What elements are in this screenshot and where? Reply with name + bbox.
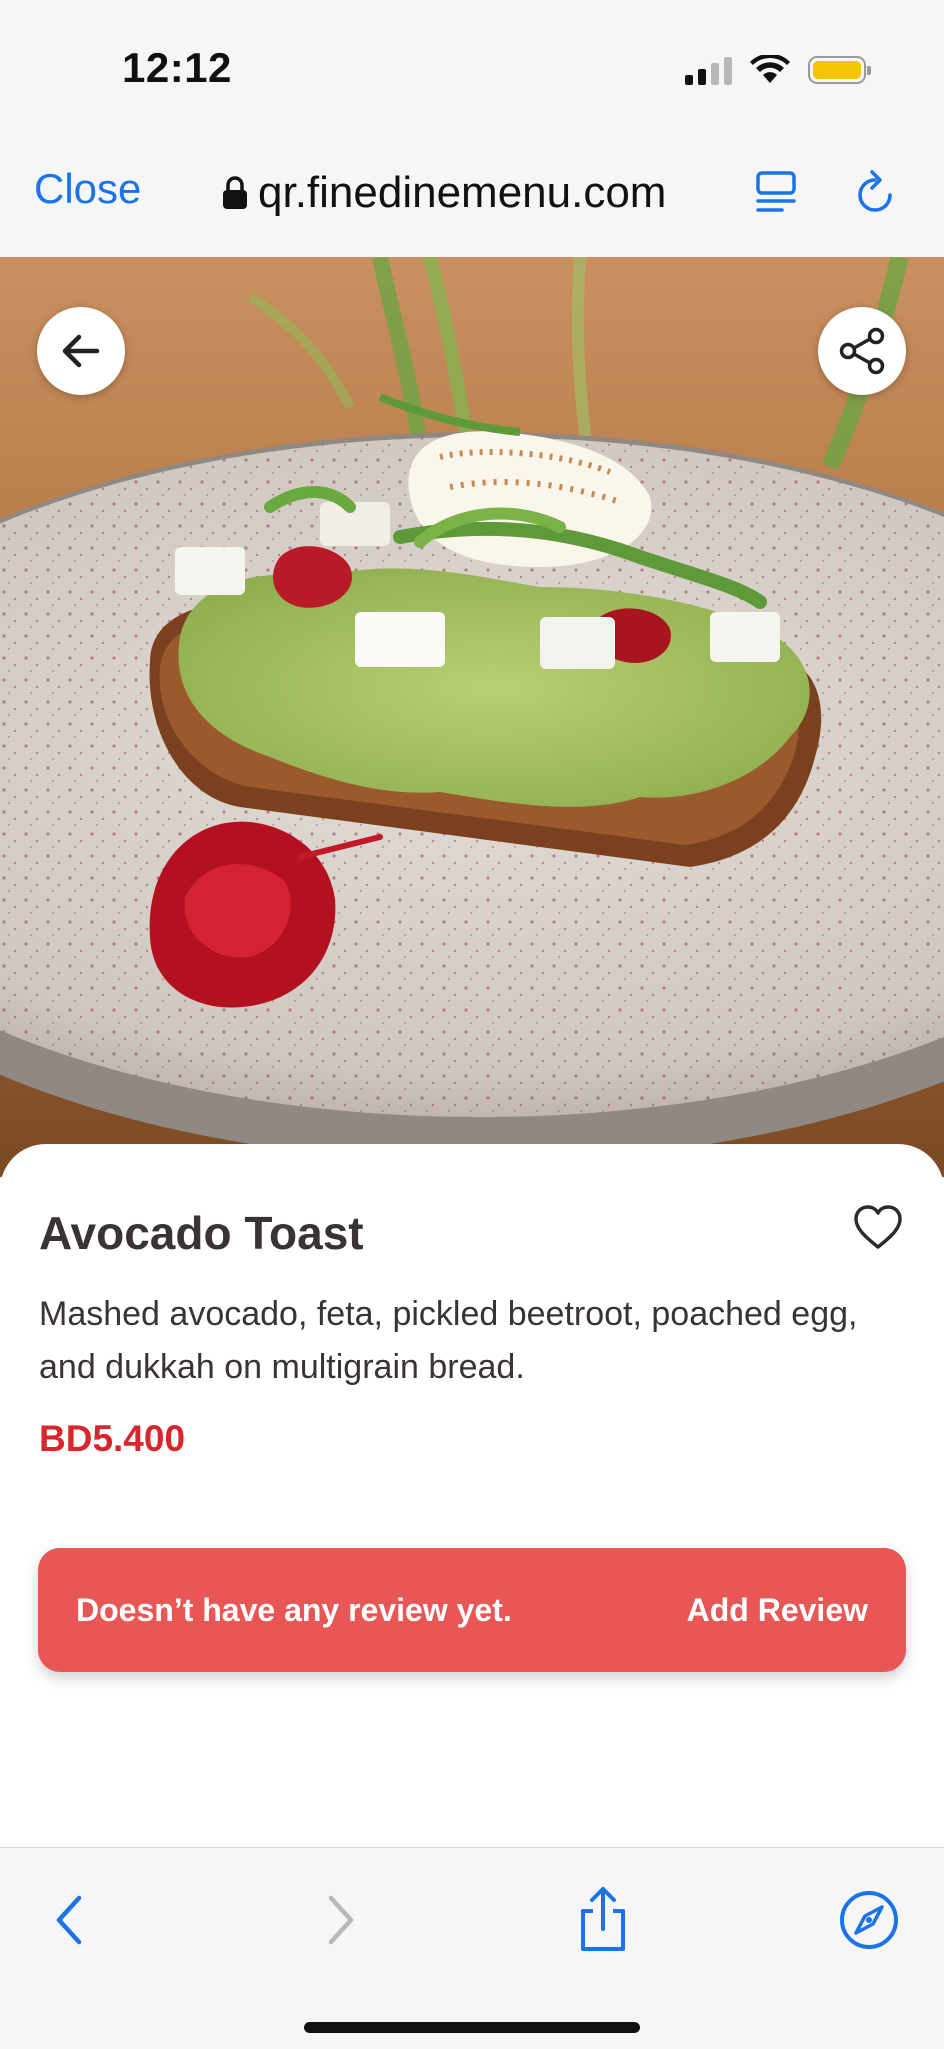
heart-icon — [854, 1205, 902, 1249]
status-bar: 12:12 — [0, 0, 944, 135]
browser-back-button[interactable] — [34, 1882, 104, 1958]
back-button[interactable] — [37, 307, 125, 395]
add-review-button[interactable]: Add Review — [687, 1592, 868, 1629]
reload-icon — [858, 170, 892, 212]
share-icon — [581, 1887, 625, 1951]
close-button[interactable]: Close — [34, 165, 141, 213]
item-title: Avocado Toast — [39, 1207, 364, 1259]
browser-compass-button[interactable] — [834, 1882, 904, 1958]
battery-icon — [808, 56, 871, 84]
browser-forward-button[interactable] — [306, 1882, 376, 1958]
browser-share-button[interactable] — [568, 1882, 638, 1958]
cellular-signal-icon — [685, 55, 732, 85]
favorite-button[interactable] — [852, 1202, 904, 1254]
url-text: qr.finedinemenu.com — [258, 168, 667, 217]
status-time: 12:12 — [122, 44, 232, 91]
share-button[interactable] — [818, 307, 906, 395]
lock-icon — [223, 176, 247, 209]
browser-toolbar — [0, 1847, 944, 2049]
browser-header: Close qr.finedinemenu.com — [0, 135, 944, 258]
item-description: Mashed avocado, feta, pickled beetroot, … — [39, 1295, 858, 1386]
reload-button[interactable] — [850, 165, 900, 221]
address-bar[interactable]: qr.finedinemenu.com — [222, 165, 666, 221]
reader-mode-button[interactable] — [752, 165, 802, 221]
wifi-icon — [750, 55, 790, 83]
item-price: BD5.400 — [39, 1418, 186, 1459]
share-icon — [839, 327, 885, 375]
arrow-left-icon — [62, 334, 100, 368]
home-indicator — [304, 2022, 640, 2033]
item-details-card: Avocado Toast Mashed avocado, feta, pick… — [0, 1144, 944, 1844]
dish-image — [0, 257, 944, 1177]
chevron-right-icon — [328, 1895, 354, 1945]
review-status-text: Doesn’t have any review yet. — [76, 1591, 512, 1628]
dish-photo — [0, 257, 944, 1177]
chevron-left-icon — [56, 1895, 82, 1945]
compass-icon — [840, 1891, 898, 1949]
status-icons — [685, 52, 871, 88]
review-banner: Doesn’t have any review yet. Add Review — [38, 1548, 906, 1672]
reader-icon — [756, 171, 796, 212]
